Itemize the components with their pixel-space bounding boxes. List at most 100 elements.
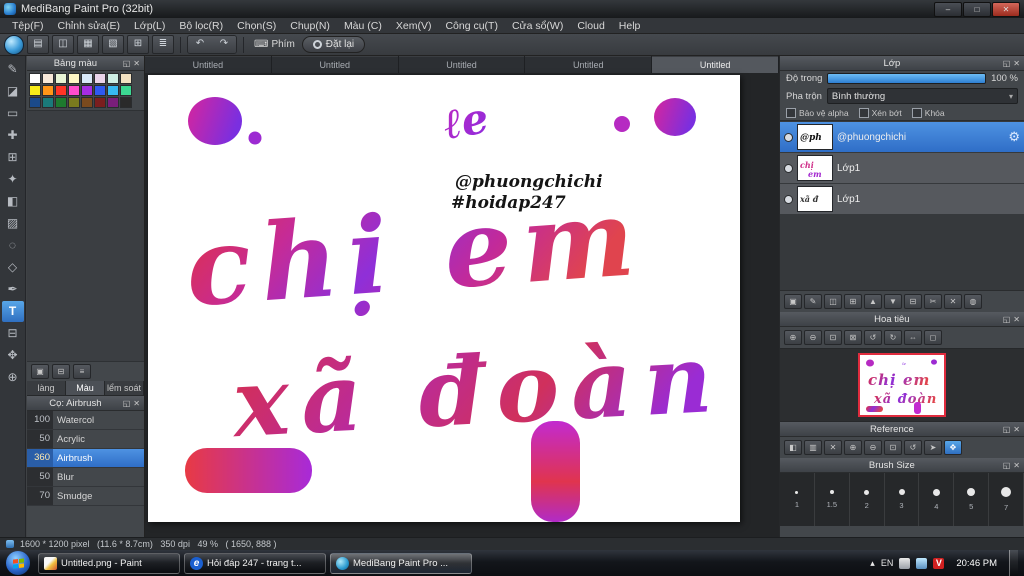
blend-mode-dropdown[interactable]: Bình thường ▾ [826,88,1018,104]
brush-tool-icon[interactable]: ✎ [2,59,24,80]
menu-cong-cu[interactable]: Công cụ(T) [439,19,504,33]
color-swatch[interactable] [107,85,119,96]
color-swatch[interactable] [94,97,106,108]
fit-window-icon[interactable]: ⊡ [824,330,842,345]
unikey-icon[interactable]: V [933,557,945,569]
color-swatch[interactable] [81,97,93,108]
layer-row[interactable]: chị em Lớp1 [780,153,1024,183]
brush-item-selected[interactable]: 360 Airbrush [27,449,144,468]
color-swatch[interactable] [107,97,119,108]
taskbar-window-medibang[interactable]: MediBang Paint Pro ... [330,552,472,574]
new-layer-icon[interactable]: ▣ [784,294,802,309]
menu-help[interactable]: Help [613,19,647,33]
clock[interactable]: 20:46 PM [950,558,1003,569]
hand-tool-icon[interactable]: ✥ [2,345,24,366]
layer-visibility-icon[interactable] [784,163,793,173]
color-swatch[interactable] [29,73,41,84]
color-swatch[interactable] [55,73,67,84]
draw-layer-icon[interactable]: ✎ [804,294,822,309]
color-swatch[interactable] [94,85,106,96]
menu-chinh-sua[interactable]: Chỉnh sửa(E) [52,19,126,33]
menu-lop[interactable]: Lớp(L) [128,19,171,33]
color-swatch[interactable] [55,85,67,96]
brush-item[interactable]: 70 Smudge [27,487,144,506]
save-icon[interactable]: ◫ [52,35,74,54]
color-swatch[interactable] [94,73,106,84]
color-swatch[interactable] [81,73,93,84]
merge-layer-icon[interactable]: ⊟ [904,294,922,309]
delete-layer-icon[interactable]: ✕ [944,294,962,309]
brush-item[interactable]: 50 Acrylic [27,430,144,449]
export-icon[interactable]: ▦ [77,35,99,54]
text-tool-icon[interactable]: T [1,301,24,322]
duplicate-layer-icon[interactable]: ◫ [824,294,842,309]
close-panel-icon[interactable]: ✕ [1013,315,1020,324]
reset-button[interactable]: Đặt lại [301,36,366,53]
popout-icon[interactable]: ◱ [1003,315,1011,324]
brush-size-cell[interactable]: 2 [849,473,885,526]
menu-chup[interactable]: Chụp(N) [284,19,336,33]
menu-xem[interactable]: Xem(V) [390,19,438,33]
close-panel-icon[interactable]: ✕ [133,399,140,408]
maximize-button[interactable]: □ [963,1,991,17]
tray-expand-icon[interactable]: ▴ [870,558,875,569]
menu-cloud[interactable]: Cloud [571,19,610,33]
grid-icon[interactable]: ⊞ [127,35,149,54]
new-document-icon[interactable]: ▤ [27,35,49,54]
layer-row[interactable]: xã đ Lớp1 [780,184,1024,214]
delete-swatch-icon[interactable]: ⊟ [52,364,70,379]
color-swatch[interactable] [29,97,41,108]
document-tab[interactable]: Untitled [271,56,398,73]
navigator-preview[interactable]: ℓe chị em xã đoàn [780,348,1024,422]
keyboard-tray-icon[interactable] [899,557,911,569]
close-reference-icon[interactable]: ✕ [824,440,842,455]
popout-icon[interactable]: ◱ [123,59,131,68]
protect-alpha-checkbox[interactable]: Bảo vệ alpha [786,108,849,118]
actual-size-icon[interactable]: ⊠ [844,330,862,345]
language-indicator[interactable]: EN [881,558,894,568]
document-tab[interactable]: Untitled [398,56,525,73]
color-swatch[interactable] [120,73,132,84]
move-layer-down-icon[interactable]: ▼ [884,294,902,309]
color-swatch[interactable] [55,97,67,108]
marquee-tool-icon[interactable]: ▭ [2,103,24,124]
snap-icon[interactable]: ▧ [102,35,124,54]
zoom-out-icon[interactable]: ⊖ [804,330,822,345]
camera-icon[interactable]: ◍ [964,294,982,309]
show-desktop-button[interactable] [1009,550,1018,576]
move-tool-icon[interactable]: ✚ [2,125,24,146]
rotate-right-icon[interactable]: ↻ [884,330,902,345]
close-button[interactable]: ✕ [992,1,1020,17]
color-swatch[interactable] [42,97,54,108]
open-reference-icon[interactable]: ▥ [804,440,822,455]
ref-zoom-out-icon[interactable]: ⊖ [864,440,882,455]
swatch-options-icon[interactable]: ≡ [73,364,91,379]
minimize-button[interactable]: – [934,1,962,17]
color-sphere-icon[interactable] [4,34,24,55]
palette-tab-mau[interactable]: Màu [66,381,105,395]
brush-size-cell[interactable]: 7 [989,473,1024,526]
document-tab-active[interactable]: Untitled [652,56,778,73]
color-swatch[interactable] [68,85,80,96]
lasso-tool-icon[interactable]: ◌ [2,235,24,256]
zoom-tool-icon[interactable]: ⊕ [2,367,24,388]
popout-icon[interactable]: ◱ [1003,425,1011,434]
color-swatch[interactable] [68,97,80,108]
opacity-slider[interactable] [827,73,987,84]
palette-tab-kiem-soat[interactable]: lểm soát [105,381,144,395]
zoom-in-icon[interactable]: ⊕ [784,330,802,345]
layer-visibility-icon[interactable] [784,132,793,142]
ref-hand-icon[interactable]: ✥ [944,440,962,455]
clear-layer-icon[interactable]: ✂ [924,294,942,309]
redo-button[interactable]: ↷ [212,36,236,53]
start-button[interactable] [6,551,30,575]
brush-size-cell[interactable]: 5 [954,473,990,526]
brush-item[interactable]: 50 Blur [27,468,144,487]
color-swatch[interactable] [68,73,80,84]
color-swatch[interactable] [120,85,132,96]
gear-icon[interactable]: ⚙ [1008,129,1020,145]
lock-checkbox[interactable]: Khóa [911,108,945,118]
brush-item[interactable]: 100 Watercol [27,411,144,430]
eraser-tool-icon[interactable]: ◪ [2,81,24,102]
close-panel-icon[interactable]: ✕ [133,59,140,68]
